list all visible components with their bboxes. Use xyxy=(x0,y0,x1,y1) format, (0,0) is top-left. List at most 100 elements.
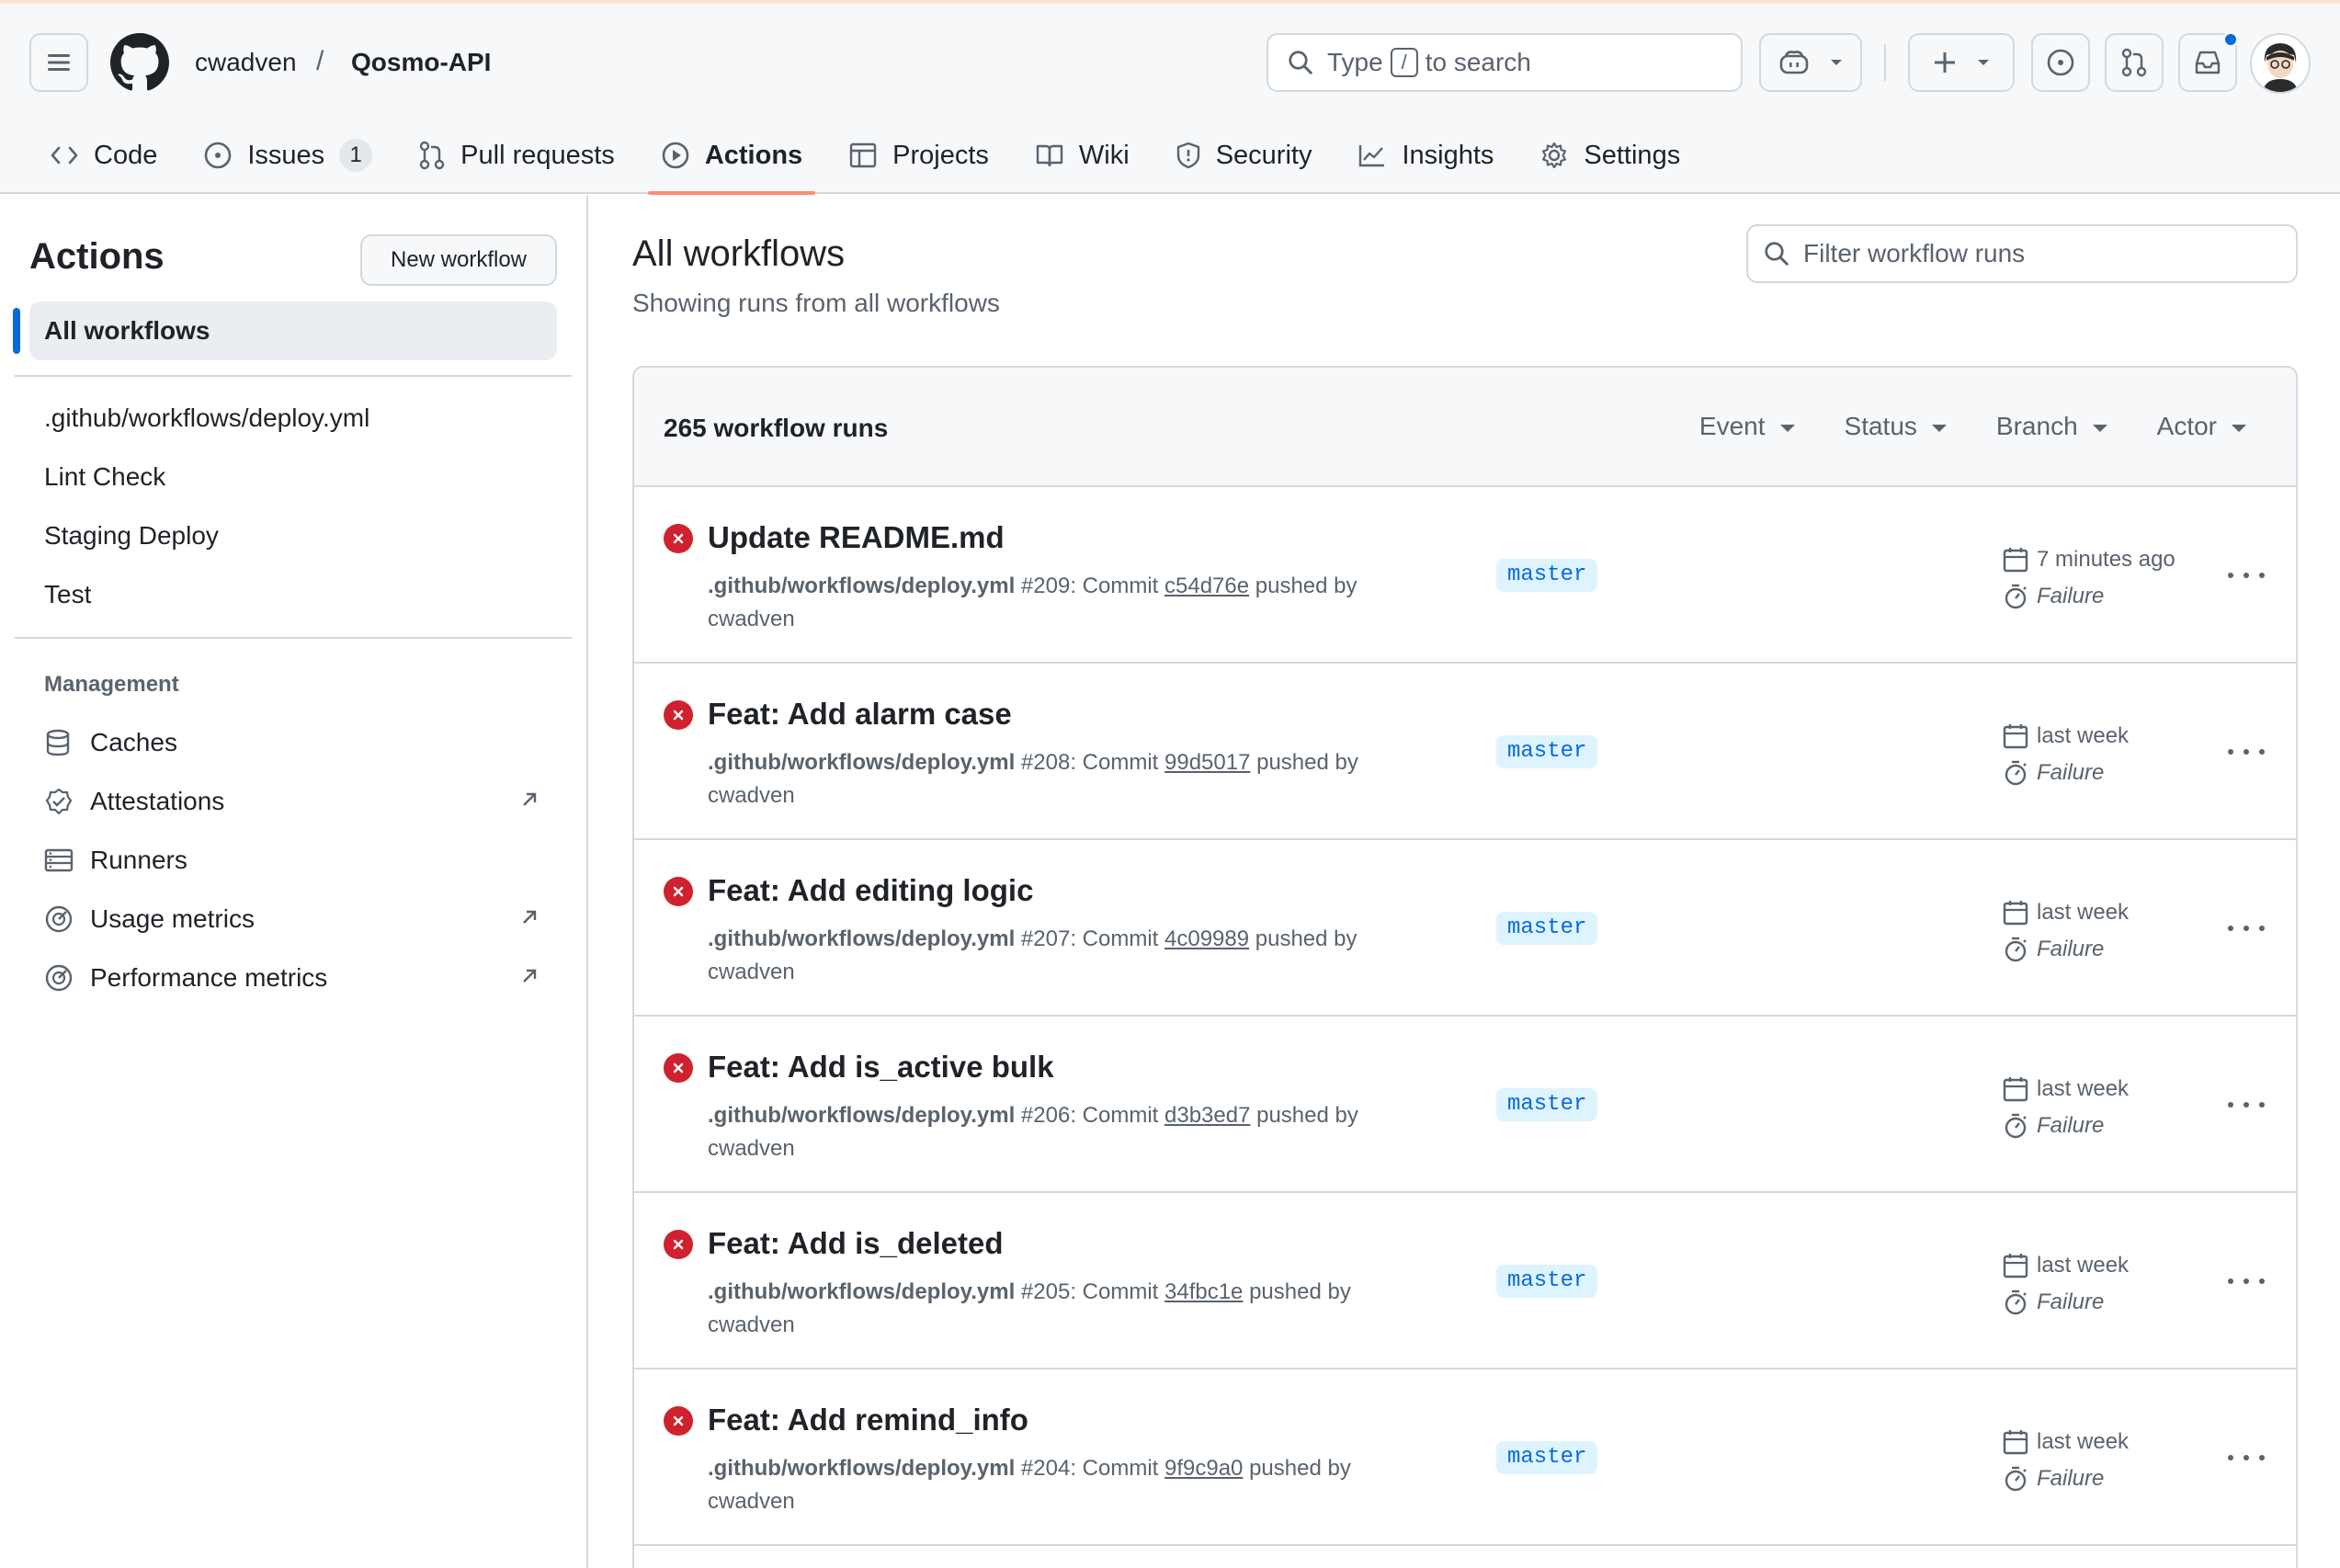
new-workflow-button[interactable]: New workflow xyxy=(360,234,557,286)
workflow-run-row[interactable]: Feat: Add alarm case .github/workflows/d… xyxy=(634,664,2296,840)
run-actor-link[interactable]: cwadven xyxy=(708,1312,795,1337)
kebab-horizontal-icon[interactable] xyxy=(2228,735,2265,768)
tab-projects[interactable]: Projects xyxy=(835,123,1002,187)
calendar-icon xyxy=(2003,724,2028,749)
run-status-label: Failure xyxy=(2037,1113,2105,1138)
tab-wiki[interactable]: Wiki xyxy=(1022,123,1142,187)
run-time-ago: last week xyxy=(2037,1076,2130,1101)
tab-code[interactable]: Code xyxy=(37,123,170,187)
run-actor-link[interactable]: cwadven xyxy=(708,607,795,631)
kebab-horizontal-icon[interactable] xyxy=(2228,1088,2265,1121)
commit-sha-link[interactable]: 4c09989 xyxy=(1164,926,1249,951)
workflow-run-row[interactable]: Feat: Add is_deleted .github/workflows/d… xyxy=(634,1193,2296,1369)
run-status: Failure xyxy=(2002,759,2104,787)
sidebar-item-runners[interactable]: Runners xyxy=(44,838,559,882)
branch-badge[interactable]: master xyxy=(1496,559,1598,592)
workflow-run-row[interactable]: Feat: Add is_active bulk .github/workflo… xyxy=(634,1017,2296,1193)
sidebar-item-label: Attestations xyxy=(90,787,225,815)
run-title-link[interactable]: Feat: Add is_active bulk xyxy=(708,1050,1054,1085)
inbox-icon xyxy=(2195,51,2221,74)
page-title: All workflows xyxy=(632,233,846,274)
run-date: last week xyxy=(2002,1428,2129,1456)
actor-filter-dropdown[interactable]: Actor xyxy=(2157,412,2246,441)
tab-label: Projects xyxy=(892,140,989,170)
sidebar-item-lint-check[interactable]: Lint Check xyxy=(44,462,165,492)
sidebar-item-label: Performance metrics xyxy=(90,963,328,992)
pull-requests-button[interactable] xyxy=(2105,33,2164,92)
pull-request-icon xyxy=(419,141,445,170)
run-status-label: Failure xyxy=(2037,1466,2105,1491)
run-actor-link[interactable]: cwadven xyxy=(708,1136,795,1161)
run-date: last week xyxy=(2002,1075,2129,1103)
branch-badge[interactable]: master xyxy=(1496,912,1598,945)
x-circle-fill-icon xyxy=(664,1053,693,1083)
filter-workflow-runs-input[interactable]: Filter workflow runs xyxy=(1746,224,2298,283)
run-title-link[interactable]: Feat: Add alarm case xyxy=(708,697,1012,732)
tab-label: Wiki xyxy=(1078,140,1130,170)
sidebar-item-deploy-workflow[interactable]: .github/workflows/deploy.yml xyxy=(44,403,369,433)
stopwatch-icon xyxy=(2005,584,2027,609)
run-title-link[interactable]: Feat: Add editing logic xyxy=(708,873,1033,908)
kebab-horizontal-icon[interactable] xyxy=(2228,559,2265,592)
run-actor-link[interactable]: cwadven xyxy=(708,783,795,808)
issue-icon xyxy=(205,142,232,169)
tab-pull-requests[interactable]: Pull requests xyxy=(405,123,628,187)
external-link-icon xyxy=(523,969,537,983)
tab-insights[interactable]: Insights xyxy=(1345,123,1506,187)
branch-badge[interactable]: master xyxy=(1496,735,1598,768)
tab-issues[interactable]: Issues 1 xyxy=(190,123,385,187)
issues-button[interactable] xyxy=(2031,33,2090,92)
run-actor-link[interactable]: cwadven xyxy=(708,1489,795,1514)
commit-sha-link[interactable]: c54d76e xyxy=(1164,574,1249,598)
event-filter-dropdown[interactable]: Event xyxy=(1699,412,1795,441)
github-logo-icon[interactable] xyxy=(110,33,169,92)
kebab-horizontal-icon[interactable] xyxy=(2228,1441,2265,1474)
run-actor-link[interactable]: cwadven xyxy=(708,960,795,984)
user-avatar[interactable] xyxy=(2250,33,2311,94)
tab-settings[interactable]: Settings xyxy=(1527,123,1693,187)
global-search-input[interactable]: Type / to search xyxy=(1267,33,1743,92)
commit-sha-link[interactable]: 99d5017 xyxy=(1164,750,1250,775)
run-title-link[interactable]: Feat: Add is_deleted xyxy=(708,1226,1004,1261)
stopwatch-icon xyxy=(2005,1113,2027,1139)
commit-sha-link[interactable]: 9f9c9a0 xyxy=(1164,1456,1243,1481)
copilot-button[interactable] xyxy=(1759,33,1862,92)
caret-down-icon xyxy=(2232,425,2246,432)
run-number: #209 xyxy=(1020,574,1071,598)
calendar-icon xyxy=(2003,901,2028,926)
workflow-run-row[interactable]: Feat: Add remind_info .github/workflows/… xyxy=(634,1369,2296,1546)
run-title-link[interactable]: Feat: Add remind_info xyxy=(708,1403,1028,1437)
tab-security[interactable]: Security xyxy=(1163,123,1325,187)
runs-list-header: 265 workflow runs Event Status Branch Ac… xyxy=(634,368,2296,487)
run-number: #206 xyxy=(1020,1103,1071,1128)
branch-badge[interactable]: master xyxy=(1496,1441,1598,1474)
sidebar-item-usage-metrics[interactable]: Usage metrics xyxy=(44,897,559,941)
commit-sha-link[interactable]: 34fbc1e xyxy=(1164,1279,1243,1304)
kebab-horizontal-icon[interactable] xyxy=(2228,912,2265,945)
play-icon xyxy=(662,142,689,169)
kebab-horizontal-icon[interactable] xyxy=(2228,1265,2265,1298)
workflow-run-row[interactable]: Update README.md .github/workflows/deplo… xyxy=(634,487,2296,664)
sidebar-item-attestations[interactable]: Attestations xyxy=(44,779,559,824)
branch-filter-dropdown[interactable]: Branch xyxy=(1996,412,2107,441)
run-title-link[interactable]: Update README.md xyxy=(708,520,1005,555)
run-status-label: Failure xyxy=(2037,760,2105,785)
create-new-button[interactable] xyxy=(1908,33,2015,92)
sidebar-item-caches[interactable]: Caches xyxy=(44,721,559,765)
repo-name-link[interactable]: Qosmo-API xyxy=(351,48,491,77)
menu-button[interactable] xyxy=(29,33,88,92)
branch-badge[interactable]: master xyxy=(1496,1088,1598,1121)
stopwatch-icon xyxy=(2005,1466,2027,1492)
sidebar-item-staging-deploy[interactable]: Staging Deploy xyxy=(44,521,219,551)
tab-label: Pull requests xyxy=(460,140,615,170)
workflow-run-row[interactable]: Feat: Add editing logic .github/workflow… xyxy=(634,840,2296,1017)
sidebar-item-performance-metrics[interactable]: Performance metrics xyxy=(44,956,559,1000)
branch-badge[interactable]: master xyxy=(1496,1265,1598,1298)
tab-actions[interactable]: Actions xyxy=(647,123,816,195)
sidebar-item-all-workflows[interactable]: All workflows xyxy=(29,301,557,360)
status-filter-dropdown[interactable]: Status xyxy=(1845,412,1947,441)
commit-label: Commit xyxy=(1082,574,1159,598)
repo-owner-link[interactable]: cwadven xyxy=(195,48,297,77)
commit-sha-link[interactable]: d3b3ed7 xyxy=(1164,1103,1250,1128)
sidebar-item-test[interactable]: Test xyxy=(44,580,91,609)
